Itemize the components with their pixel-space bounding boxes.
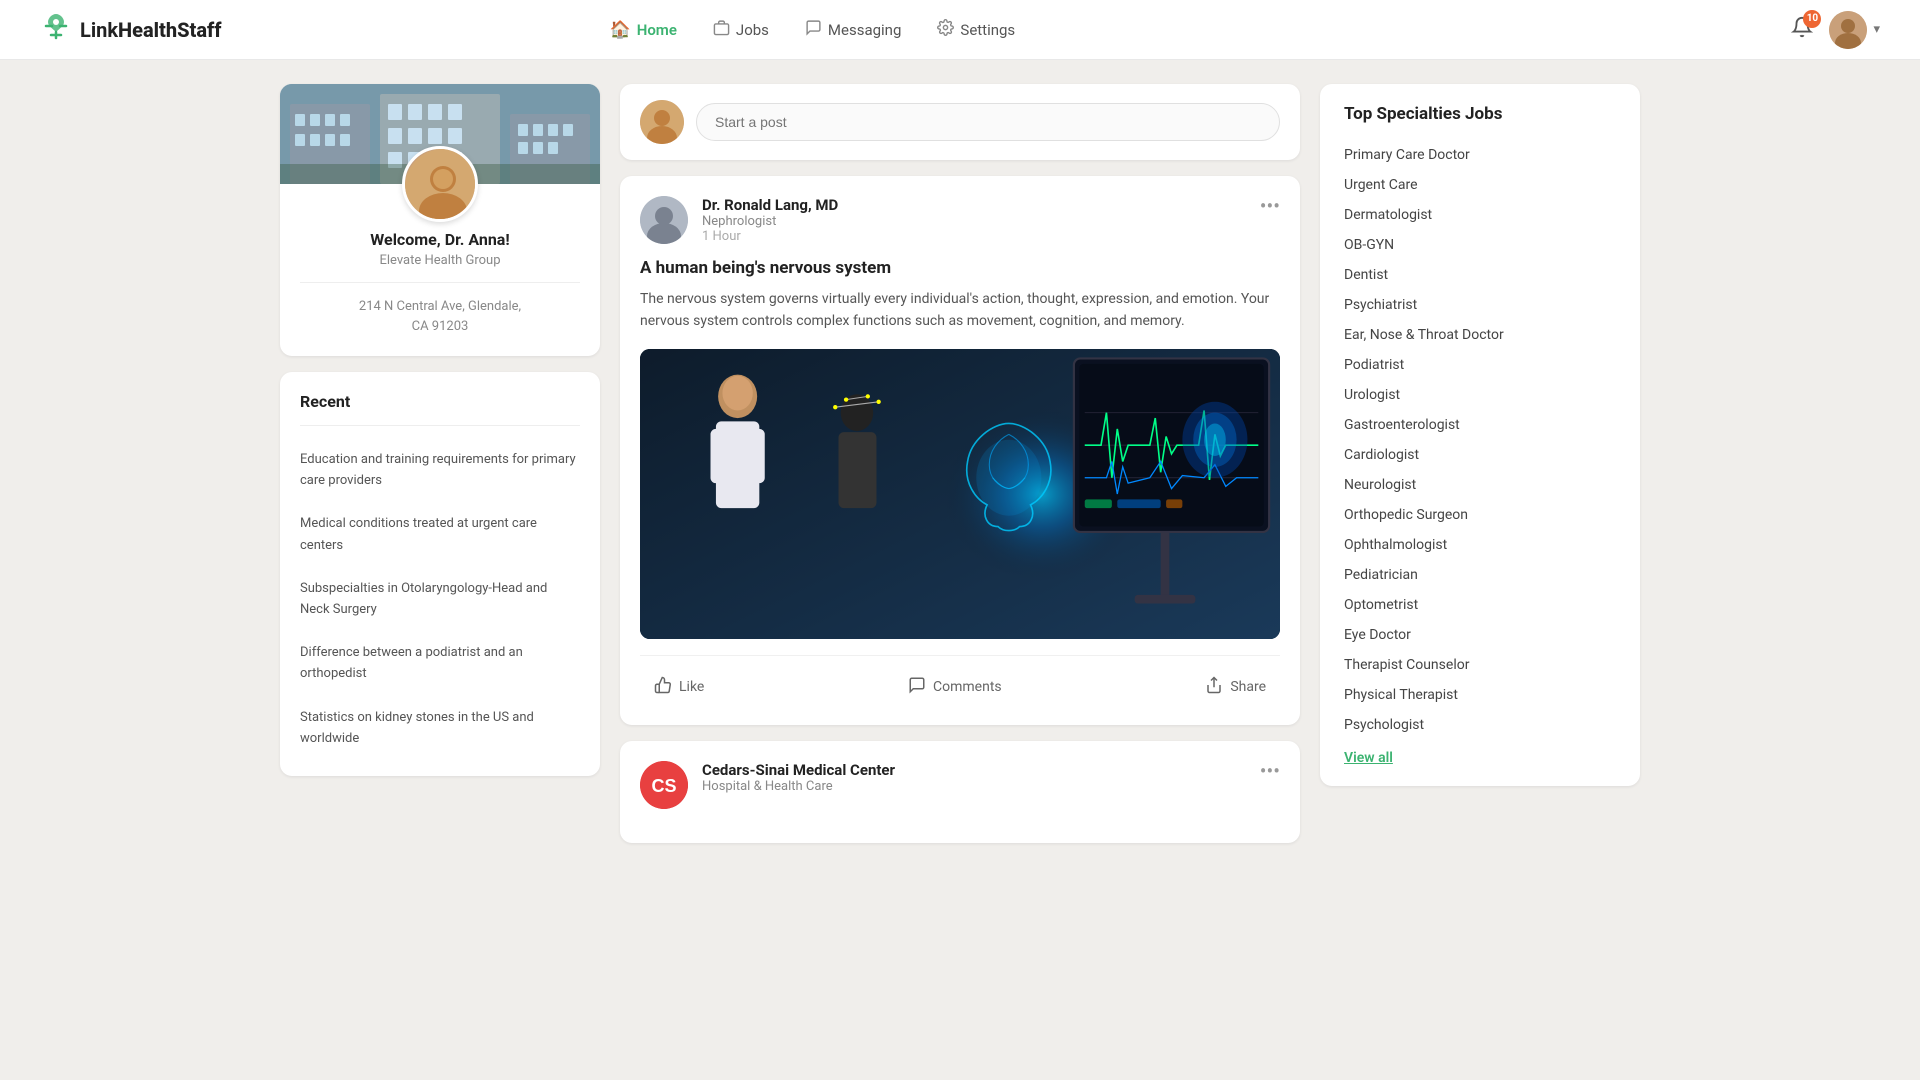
author-avatar-1	[640, 196, 688, 244]
specialty-psychiatrist[interactable]: Psychiatrist	[1344, 290, 1616, 320]
navbar: LinkHealthStaff 🏠 Home Jobs Messaging Se…	[0, 0, 1920, 60]
profile-avatar-wrap	[280, 146, 600, 222]
recent-list: Education and training requirements for …	[300, 440, 580, 756]
nav-links: 🏠 Home Jobs Messaging Settings	[610, 19, 1016, 41]
center-feed: Dr. Ronald Lang, MD Nephrologist 1 Hour …	[620, 84, 1300, 843]
specialty-ophthalmologist[interactable]: Ophthalmologist	[1344, 530, 1616, 560]
post-body-1: The nervous system governs virtually eve…	[640, 288, 1280, 333]
comments-button[interactable]: Comments	[894, 670, 1016, 705]
nav-settings[interactable]: Settings	[937, 19, 1015, 41]
page-layout: Welcome, Dr. Anna! Elevate Health Group …	[260, 84, 1660, 843]
feed-card-2: CS Cedars-Sinai Medical Center Hospital …	[620, 741, 1300, 843]
notification-badge: 10	[1803, 10, 1821, 28]
brain-scene	[640, 349, 1280, 639]
share-button[interactable]: Share	[1191, 670, 1280, 705]
feed-author-info-1: Dr. Ronald Lang, MD Nephrologist 1 Hour	[702, 196, 1246, 244]
profile-organization: Elevate Health Group	[300, 253, 580, 268]
list-item[interactable]: Statistics on kidney stones in the US an…	[300, 698, 580, 756]
user-chevron-icon: ▾	[1873, 22, 1880, 37]
nav-jobs-label: Jobs	[736, 21, 769, 39]
specialty-dentist[interactable]: Dentist	[1344, 260, 1616, 290]
author-role-2: Hospital & Health Care	[702, 779, 1246, 794]
specialty-orthopedic-surgeon[interactable]: Orthopedic Surgeon	[1344, 500, 1616, 530]
home-icon: 🏠	[610, 20, 631, 40]
post-input[interactable]	[696, 103, 1280, 141]
specialty-urgent-care[interactable]: Urgent Care	[1344, 170, 1616, 200]
list-item[interactable]: Subspecialties in Otolaryngology-Head an…	[300, 569, 580, 627]
profile-avatar	[402, 146, 478, 222]
profile-card: Welcome, Dr. Anna! Elevate Health Group …	[280, 84, 600, 356]
specialty-physical-therapist[interactable]: Physical Therapist	[1344, 680, 1616, 710]
comments-icon	[908, 676, 926, 699]
share-icon	[1205, 676, 1223, 699]
post-image-1	[640, 349, 1280, 639]
more-options-button-1[interactable]: •••	[1260, 196, 1280, 216]
specialty-therapist-counselor[interactable]: Therapist Counselor	[1344, 650, 1616, 680]
author-name-2: Cedars-Sinai Medical Center	[702, 761, 1246, 779]
logo-icon	[40, 10, 72, 49]
nav-home-label: Home	[637, 21, 677, 39]
nav-settings-label: Settings	[960, 21, 1015, 39]
specialty-neurologist[interactable]: Neurologist	[1344, 470, 1616, 500]
post-time-1: 1 Hour	[702, 229, 1246, 244]
specialty-pediatrician[interactable]: Pediatrician	[1344, 560, 1616, 590]
feed-header-2: CS Cedars-Sinai Medical Center Hospital …	[640, 761, 1280, 809]
list-item[interactable]: Medical conditions treated at urgent car…	[300, 504, 580, 562]
profile-address: 214 N Central Ave, Glendale, CA 91203	[300, 297, 580, 336]
recent-divider	[300, 425, 580, 426]
profile-divider	[300, 282, 580, 283]
specialties-title: Top Specialties Jobs	[1344, 104, 1616, 124]
post-create-card	[620, 84, 1300, 160]
recent-card: Recent Education and training requiremen…	[280, 372, 600, 776]
post-create-avatar	[640, 100, 684, 144]
logo-text: LinkHealthStaff	[80, 18, 221, 42]
user-avatar-wrap[interactable]: ▾	[1829, 11, 1880, 49]
nav-right: 10 ▾	[1791, 11, 1880, 49]
profile-info: Welcome, Dr. Anna! Elevate Health Group …	[280, 222, 600, 356]
nav-messaging[interactable]: Messaging	[805, 19, 901, 41]
specialty-eye-doctor[interactable]: Eye Doctor	[1344, 620, 1616, 650]
specialty-podiatrist[interactable]: Podiatrist	[1344, 350, 1616, 380]
svg-text:CS: CS	[651, 776, 676, 796]
nav-home[interactable]: 🏠 Home	[610, 20, 677, 40]
org-avatar-2: CS	[640, 761, 688, 809]
post-title-1: A human being's nervous system	[640, 258, 1280, 278]
specialty-psychologist[interactable]: Psychologist	[1344, 710, 1616, 740]
specialty-urologist[interactable]: Urologist	[1344, 380, 1616, 410]
jobs-icon	[713, 19, 730, 41]
more-options-button-2[interactable]: •••	[1260, 761, 1280, 781]
feed-header-1: Dr. Ronald Lang, MD Nephrologist 1 Hour …	[640, 196, 1280, 244]
feed-card-1: Dr. Ronald Lang, MD Nephrologist 1 Hour …	[620, 176, 1300, 725]
nav-messaging-label: Messaging	[828, 21, 901, 39]
user-avatar	[1829, 11, 1867, 49]
specialty-ob-gyn[interactable]: OB-GYN	[1344, 230, 1616, 260]
specialty-primary-care[interactable]: Primary Care Doctor	[1344, 140, 1616, 170]
like-icon	[654, 676, 672, 699]
view-all-link[interactable]: View all	[1344, 750, 1393, 766]
specialty-ent[interactable]: Ear, Nose & Throat Doctor	[1344, 320, 1616, 350]
right-panel: Top Specialties Jobs Primary Care Doctor…	[1320, 84, 1640, 843]
recent-title: Recent	[300, 392, 580, 411]
notification-button[interactable]: 10	[1791, 16, 1813, 44]
like-button[interactable]: Like	[640, 670, 718, 705]
profile-welcome: Welcome, Dr. Anna!	[300, 230, 580, 249]
feed-actions-1: Like Comments Share	[640, 655, 1280, 705]
nav-jobs[interactable]: Jobs	[713, 19, 769, 41]
left-panel: Welcome, Dr. Anna! Elevate Health Group …	[280, 84, 600, 843]
list-item[interactable]: Education and training requirements for …	[300, 440, 580, 498]
list-item[interactable]: Difference between a podiatrist and an o…	[300, 633, 580, 691]
author-name-1: Dr. Ronald Lang, MD	[702, 196, 1246, 214]
author-role-1: Nephrologist	[702, 214, 1246, 229]
specialty-optometrist[interactable]: Optometrist	[1344, 590, 1616, 620]
specialty-gastroenterologist[interactable]: Gastroenterologist	[1344, 410, 1616, 440]
settings-icon	[937, 19, 954, 41]
logo[interactable]: LinkHealthStaff	[40, 10, 221, 49]
feed-author-info-2: Cedars-Sinai Medical Center Hospital & H…	[702, 761, 1246, 794]
specialties-card: Top Specialties Jobs Primary Care Doctor…	[1320, 84, 1640, 786]
specialty-dermatologist[interactable]: Dermatologist	[1344, 200, 1616, 230]
messaging-icon	[805, 19, 822, 41]
specialty-cardiologist[interactable]: Cardiologist	[1344, 440, 1616, 470]
